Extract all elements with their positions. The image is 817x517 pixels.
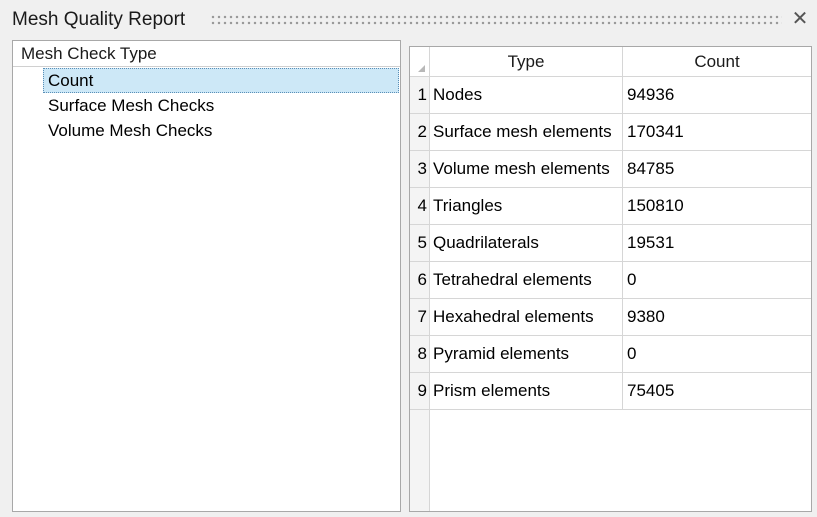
cell-count[interactable]: 84785 xyxy=(623,151,811,188)
corner-triangle-icon xyxy=(418,65,425,72)
column-header-type[interactable]: Type xyxy=(430,47,623,77)
row-number[interactable]: 2 xyxy=(410,114,430,151)
tree-header[interactable]: Mesh Check Type xyxy=(13,41,400,67)
table-row[interactable]: 6 Tetrahedral elements 0 xyxy=(410,262,811,299)
cell-type[interactable]: Pyramid elements xyxy=(430,336,623,373)
table-row[interactable]: 3 Volume mesh elements 84785 xyxy=(410,151,811,188)
mesh-check-type-tree: Mesh Check Type Count Surface Mesh Check… xyxy=(12,40,401,512)
row-number[interactable]: 4 xyxy=(410,188,430,225)
table-row[interactable]: 7 Hexahedral elements 9380 xyxy=(410,299,811,336)
table-row[interactable]: 5 Quadrilaterals 19531 xyxy=(410,225,811,262)
row-number[interactable]: 1 xyxy=(410,77,430,114)
row-number[interactable]: 3 xyxy=(410,151,430,188)
row-number[interactable]: 9 xyxy=(410,373,430,410)
tree-item-volume-mesh-checks[interactable]: Volume Mesh Checks xyxy=(43,118,399,143)
cell-count[interactable]: 9380 xyxy=(623,299,811,336)
row-number[interactable]: 5 xyxy=(410,225,430,262)
close-icon[interactable]: ✕ xyxy=(790,8,810,30)
cell-count[interactable]: 150810 xyxy=(623,188,811,225)
table-corner-select-all[interactable] xyxy=(410,47,430,77)
drag-grip-handle[interactable] xyxy=(210,14,782,26)
cell-type[interactable]: Surface mesh elements xyxy=(430,114,623,151)
table-row[interactable]: 1 Nodes 94936 xyxy=(410,77,811,114)
column-header-count[interactable]: Count xyxy=(623,47,811,77)
cell-type[interactable]: Prism elements xyxy=(430,373,623,410)
table-row[interactable]: 9 Prism elements 75405 xyxy=(410,373,811,410)
tree-item-surface-mesh-checks[interactable]: Surface Mesh Checks xyxy=(43,93,399,118)
table-row[interactable]: 8 Pyramid elements 0 xyxy=(410,336,811,373)
cell-count[interactable]: 94936 xyxy=(623,77,811,114)
table-row[interactable]: 4 Triangles 150810 xyxy=(410,188,811,225)
cell-type[interactable]: Volume mesh elements xyxy=(430,151,623,188)
table-row[interactable]: 2 Surface mesh elements 170341 xyxy=(410,114,811,151)
cell-type[interactable]: Triangles xyxy=(430,188,623,225)
mesh-count-table: Type Count 1 Nodes 94936 2 Surface mesh … xyxy=(409,46,812,512)
cell-count[interactable]: 170341 xyxy=(623,114,811,151)
cell-type[interactable]: Quadrilaterals xyxy=(430,225,623,262)
cell-count[interactable]: 0 xyxy=(623,336,811,373)
cell-count[interactable]: 75405 xyxy=(623,373,811,410)
cell-type[interactable]: Hexahedral elements xyxy=(430,299,623,336)
panel-titlebar: Mesh Quality Report ✕ xyxy=(0,0,817,40)
row-number[interactable]: 7 xyxy=(410,299,430,336)
row-number[interactable]: 8 xyxy=(410,336,430,373)
cell-count[interactable]: 0 xyxy=(623,262,811,299)
row-number[interactable]: 6 xyxy=(410,262,430,299)
cell-type[interactable]: Tetrahedral elements xyxy=(430,262,623,299)
tree-item-count[interactable]: Count xyxy=(43,68,399,93)
cell-type[interactable]: Nodes xyxy=(430,77,623,114)
panel-title: Mesh Quality Report xyxy=(12,9,186,30)
cell-count[interactable]: 19531 xyxy=(623,225,811,262)
